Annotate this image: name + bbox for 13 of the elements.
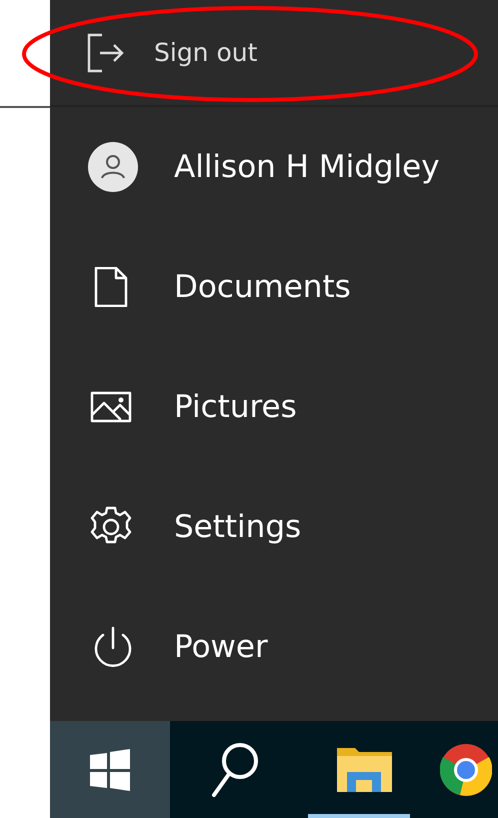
search-icon — [210, 740, 260, 798]
menu-item[interactable]: Allison H Midgley — [50, 107, 498, 227]
menu-item[interactable]: Documents — [50, 227, 498, 347]
sign-out-icon — [86, 32, 124, 72]
menu-item[interactable]: Settings — [50, 467, 498, 587]
menu-item[interactable]: Pictures — [50, 347, 498, 467]
windows-icon — [89, 748, 131, 790]
folder-icon — [336, 746, 394, 794]
avatar-icon — [88, 142, 138, 192]
start-button[interactable] — [50, 721, 170, 818]
browser-icon — [440, 744, 492, 796]
sign-out-item[interactable]: Sign out — [50, 0, 498, 107]
menu-item[interactable]: Power — [50, 587, 498, 707]
